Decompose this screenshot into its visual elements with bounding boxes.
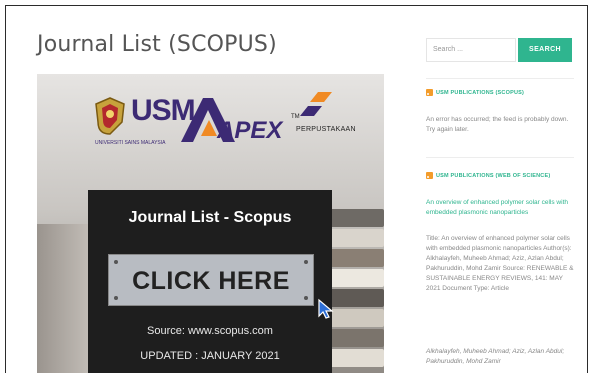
feed-heading-wos[interactable]: USM PUBLICATIONS (WEB OF SCIENCE) <box>426 172 550 179</box>
feed-heading-scopus-label: USM PUBLICATIONS (SCOPUS) <box>436 89 525 96</box>
library-logo-text: PERPUSTAKAAN <box>296 126 356 133</box>
apex-logo-text: APEX <box>216 117 284 144</box>
rss-icon <box>426 89 433 96</box>
click-here-label: CLICK HERE <box>132 267 290 295</box>
library-logo-icon <box>300 92 332 116</box>
journal-list-panel: Journal List - Scopus CLICK HERE Source:… <box>88 190 334 373</box>
feed-heading-wos-label: USM PUBLICATIONS (WEB OF SCIENCE) <box>436 172 551 179</box>
feed-article-description: Title: An overview of enhanced polymer s… <box>426 235 574 292</box>
updated-text: UPDATED : JANUARY 2021 <box>140 350 280 362</box>
apex-logo-icon: APEX <box>181 98 284 144</box>
panel-heading: Journal List - Scopus <box>128 209 292 226</box>
search-button[interactable]: SEARCH <box>518 38 572 62</box>
feed-article-authors: Alkhalayfeh, Muheeb Ahmad; Aziz, Azlan A… <box>426 348 565 365</box>
page-title: Journal List (SCOPUS) <box>37 32 277 57</box>
divider <box>426 157 574 158</box>
page-frame: Journal List (SCOPUS) USM UNIVERSITI SAI… <box>5 5 588 373</box>
cursor-arrow-icon <box>318 298 334 319</box>
screw-icon <box>114 296 118 300</box>
search-input[interactable]: Search ... <box>426 38 516 62</box>
source-text: Source: www.scopus.com <box>147 325 273 337</box>
usm-subtitle: UNIVERSITI SAINS MALAYSIA <box>95 140 166 146</box>
screw-icon <box>304 296 308 300</box>
feed-heading-scopus[interactable]: USM PUBLICATIONS (SCOPUS) <box>426 89 524 96</box>
screw-icon <box>304 260 308 264</box>
feed-error-text: An error has occurred; the feed is proba… <box>426 116 569 133</box>
usm-crest-icon <box>95 97 125 135</box>
journal-list-banner[interactable]: USM UNIVERSITI SAINS MALAYSIA APEX TM PE… <box>37 74 384 373</box>
rss-icon <box>426 172 433 179</box>
click-here-button[interactable]: CLICK HERE <box>108 254 314 306</box>
divider <box>426 78 574 79</box>
screw-icon <box>114 260 118 264</box>
logo-bar: USM UNIVERSITI SAINS MALAYSIA APEX TM PE… <box>37 74 384 164</box>
feed-article-link[interactable]: An overview of enhanced polymer solar ce… <box>426 198 574 218</box>
